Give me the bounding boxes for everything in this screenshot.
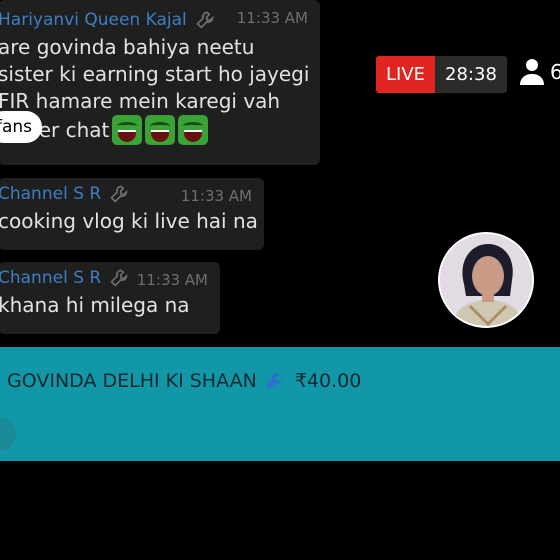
- laughing-emoji-icon: [178, 115, 209, 145]
- super-chat-amount: ₹40.00: [294, 370, 362, 392]
- fans-badge[interactable]: fans: [0, 111, 43, 143]
- sender-name[interactable]: Channel S R: [0, 268, 101, 288]
- viewer-number: 6: [550, 60, 560, 84]
- sender-name[interactable]: Channel S R: [0, 184, 101, 204]
- message-tail-row: per chat fans: [0, 111, 310, 145]
- message-text: khana hi milega na: [0, 293, 190, 317]
- avatar-image: [440, 234, 532, 326]
- wrench-icon: [110, 269, 128, 287]
- wrench-icon: [196, 11, 214, 29]
- host-avatar[interactable]: [438, 232, 534, 328]
- message-sender[interactable]: Channel S R: [0, 268, 129, 288]
- laughing-emoji-icon: [112, 115, 143, 145]
- chat-message: Hariyanvi Queen Kajal 11:33 AM are govin…: [0, 0, 320, 165]
- chat-message: Channel S R 11:33 AM khana hi milega na: [0, 262, 220, 334]
- wrench-icon: [265, 372, 283, 390]
- message-sender[interactable]: Channel S R: [0, 184, 129, 204]
- live-duration: 28:38: [435, 56, 507, 93]
- message-text: are govinda bahiya neetu sister ki earni…: [0, 35, 310, 113]
- wrench-icon: [110, 185, 128, 203]
- super-chat-row: GOVINDA DELHI KI SHAAN ₹40.00: [7, 370, 361, 392]
- message-time: 11:33 AM: [180, 187, 252, 205]
- message-text: cooking vlog ki live hai na: [0, 209, 258, 233]
- super-chat-banner[interactable]: GOVINDA DELHI KI SHAAN ₹40.00: [0, 347, 560, 461]
- laughing-emoji-icon: [145, 115, 176, 145]
- message-tail: per chat: [26, 115, 209, 145]
- sender-name[interactable]: Hariyanvi Queen Kajal: [0, 10, 187, 30]
- viewer-count[interactable]: 6: [520, 58, 560, 86]
- message-time: 11:33 AM: [136, 271, 208, 289]
- live-indicator: LIVE 28:38: [376, 56, 507, 93]
- message-sender[interactable]: Hariyanvi Queen Kajal: [0, 10, 215, 30]
- super-chat-name: GOVINDA DELHI KI SHAAN: [7, 370, 257, 392]
- message-time: 11:33 AM: [236, 9, 308, 27]
- banner-handle[interactable]: [0, 417, 16, 451]
- person-icon: [520, 59, 544, 85]
- chat-message: Channel S R 11:33 AM cooking vlog ki liv…: [0, 178, 264, 250]
- live-badge: LIVE: [376, 56, 436, 93]
